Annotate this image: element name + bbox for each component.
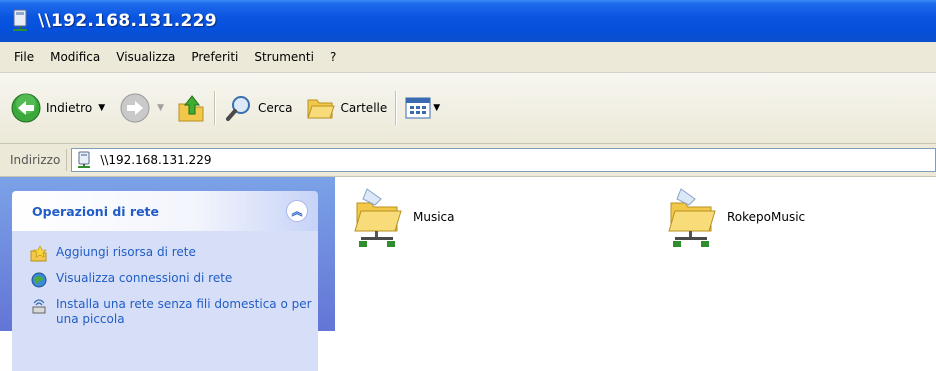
window-title: \\192.168.131.229 xyxy=(38,11,217,31)
shared-folder-icon xyxy=(354,188,402,247)
task-label: Installa una rete senza fili domestica o… xyxy=(56,297,312,326)
menu-file[interactable]: File xyxy=(0,50,42,64)
address-value: \\192.168.131.229 xyxy=(100,153,212,167)
shared-folder-icon xyxy=(668,188,716,247)
share-name: Musica xyxy=(413,210,455,224)
network-connections-icon xyxy=(31,272,47,288)
network-tasks-title: Operazioni di rete xyxy=(32,203,160,219)
task-add-network-place[interactable]: Aggiungi risorsa di rete xyxy=(12,241,318,267)
menu-help[interactable]: ? xyxy=(322,50,344,64)
up-folder-icon xyxy=(178,95,204,122)
network-computer-icon xyxy=(13,9,27,31)
search-icon xyxy=(226,96,251,121)
views-button[interactable]: ▼ xyxy=(405,86,440,130)
menu-bar: File Modifica Visualizza Preferiti Strum… xyxy=(0,42,936,73)
toolbar-separator xyxy=(214,91,217,125)
share-name: RokepoMusic xyxy=(727,210,806,224)
menu-modifica[interactable]: Modifica xyxy=(42,50,108,64)
network-tasks-list: Aggiungi risorsa di rete Visualizza conn… xyxy=(12,231,318,371)
folders-label: Cartelle xyxy=(340,101,388,115)
network-tasks-header[interactable]: Operazioni di rete ︽ xyxy=(12,191,318,231)
title-bar[interactable]: \\192.168.131.229 xyxy=(0,0,936,42)
back-button[interactable]: Indietro ▼ xyxy=(10,86,105,130)
wireless-network-icon xyxy=(32,299,46,314)
address-bar: Indirizzo \\192.168.131.229 xyxy=(0,144,936,177)
back-dropdown-icon[interactable]: ▼ xyxy=(98,103,105,113)
views-dropdown-icon[interactable]: ▼ xyxy=(433,103,440,113)
menu-strumenti[interactable]: Strumenti xyxy=(246,50,322,64)
menu-preferiti[interactable]: Preferiti xyxy=(183,50,246,64)
share-item-rokepomusic[interactable]: RokepoMusic xyxy=(665,185,805,249)
forward-button[interactable]: ▼ xyxy=(119,86,164,130)
file-list: Musica RokepoMusic xyxy=(335,177,936,331)
task-pane: Operazioni di rete ︽ Aggiungi risorsa di… xyxy=(0,177,335,371)
up-folder-button[interactable] xyxy=(176,86,206,130)
folders-button[interactable]: Cartelle xyxy=(306,86,387,130)
search-button[interactable]: Cerca xyxy=(224,86,292,130)
task-label: Aggiungi risorsa di rete xyxy=(56,245,196,259)
task-setup-wireless[interactable]: Installa una rete senza fili domestica o… xyxy=(12,293,318,331)
toolbar-separator xyxy=(395,91,398,125)
menu-visualizza[interactable]: Visualizza xyxy=(108,50,183,64)
collapse-icon[interactable]: ︽ xyxy=(286,200,308,222)
address-label: Indirizzo xyxy=(10,149,68,171)
add-network-place-icon xyxy=(30,245,47,262)
network-tasks-panel: Operazioni di rete ︽ Aggiungi risorsa di… xyxy=(12,191,318,371)
folders-icon xyxy=(307,99,336,119)
forward-dropdown-icon[interactable]: ▼ xyxy=(157,103,164,113)
address-field[interactable]: \\192.168.131.229 xyxy=(71,148,936,172)
forward-arrow-icon xyxy=(120,93,150,123)
views-icon xyxy=(405,97,431,119)
share-item-musica[interactable]: Musica xyxy=(351,185,455,249)
task-view-network-connections[interactable]: Visualizza connessioni di rete xyxy=(12,267,318,293)
toolbar: Indietro ▼ ▼ Cerca Cartelle ▼ xyxy=(0,73,936,144)
search-label: Cerca xyxy=(258,101,293,115)
back-arrow-icon xyxy=(11,93,41,123)
task-label: Visualizza connessioni di rete xyxy=(56,271,233,285)
back-label: Indietro xyxy=(46,101,93,115)
network-computer-icon xyxy=(78,151,91,168)
